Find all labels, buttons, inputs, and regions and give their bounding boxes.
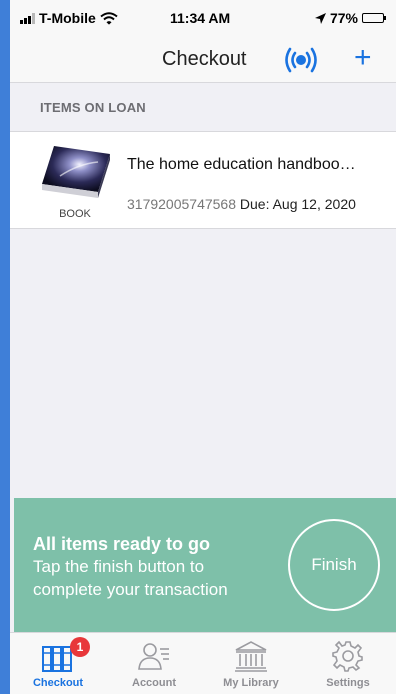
item-type-label: BOOK bbox=[59, 208, 91, 220]
tab-my-library[interactable]: My Library bbox=[203, 633, 299, 694]
book-cover-icon bbox=[42, 146, 110, 198]
item-meta: 31792005747568 Due: Aug 12, 2020 bbox=[127, 196, 356, 212]
status-bar: T-Mobile 11:34 AM 77% bbox=[10, 0, 396, 38]
tab-label: My Library bbox=[223, 677, 279, 689]
battery-percent: 77% bbox=[329, 10, 358, 26]
tab-settings[interactable]: Settings bbox=[300, 633, 396, 694]
list-item[interactable]: BOOK The home education handboo… 3179200… bbox=[10, 131, 396, 229]
section-header: ITEMS ON LOAN bbox=[40, 100, 146, 115]
checkout-badge: 1 bbox=[70, 637, 90, 657]
tab-label: Account bbox=[132, 677, 176, 689]
app-screen: T-Mobile 11:34 AM 77% Checkout + ITEMS O… bbox=[10, 0, 396, 694]
left-edge-bar bbox=[0, 0, 10, 694]
banner-instruction-line-1: Tap the finish button to bbox=[33, 557, 205, 576]
item-due-date: Due: Aug 12, 2020 bbox=[239, 196, 356, 212]
tab-bar: 1 Checkout Account My Library Settings bbox=[10, 632, 396, 694]
gear-icon bbox=[332, 640, 363, 672]
right-edge bbox=[396, 0, 402, 694]
status-left: T-Mobile bbox=[20, 10, 118, 26]
tab-account[interactable]: Account bbox=[106, 633, 202, 694]
banner-instruction-line-2: complete your transaction bbox=[33, 580, 228, 599]
signal-icon bbox=[20, 12, 35, 24]
tab-checkout[interactable]: 1 Checkout bbox=[10, 633, 106, 694]
battery-icon bbox=[362, 13, 386, 23]
add-item-button[interactable]: + bbox=[354, 42, 372, 74]
page-title: Checkout bbox=[162, 48, 247, 70]
item-title: The home education handboo… bbox=[127, 156, 356, 173]
account-icon bbox=[138, 643, 169, 670]
library-icon bbox=[235, 641, 267, 672]
item-barcode: 31792005747568 bbox=[127, 196, 237, 212]
status-time: 11:34 AM bbox=[170, 10, 231, 26]
finish-button[interactable]: Finish bbox=[288, 519, 380, 611]
banner-headline: All items ready to go bbox=[33, 534, 211, 554]
beacon-icon[interactable] bbox=[284, 44, 318, 76]
location-arrow-icon bbox=[314, 12, 326, 24]
carrier-name: T-Mobile bbox=[39, 10, 96, 26]
navigation-bar: Checkout + bbox=[10, 38, 396, 83]
tab-label: Checkout bbox=[32, 677, 84, 689]
ready-banner: All items ready to go Tap the finish but… bbox=[14, 498, 396, 632]
status-right: 77% bbox=[314, 10, 386, 26]
tab-label: Settings bbox=[326, 677, 370, 689]
wifi-icon bbox=[100, 11, 118, 25]
